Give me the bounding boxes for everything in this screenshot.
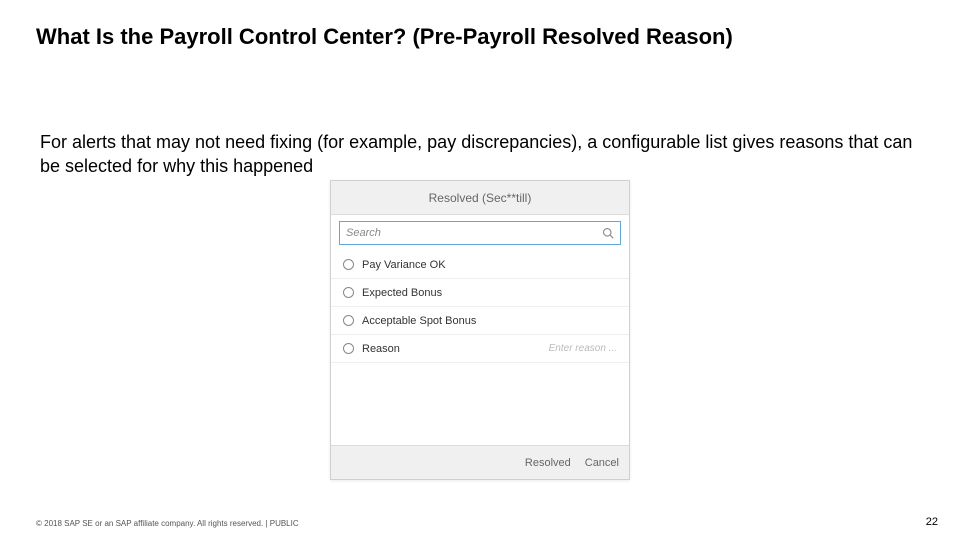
panel-header: Resolved (Sec**till) — [331, 181, 629, 215]
radio-icon — [343, 343, 354, 354]
option-reason[interactable]: Reason Enter reason ... — [331, 335, 629, 363]
search-row — [339, 221, 621, 245]
option-expected-bonus[interactable]: Expected Bonus — [331, 279, 629, 307]
option-label: Pay Variance OK — [362, 259, 617, 271]
option-pay-variance[interactable]: Pay Variance OK — [331, 251, 629, 279]
slide-title: What Is the Payroll Control Center? (Pre… — [36, 24, 733, 50]
radio-icon — [343, 259, 354, 270]
cancel-button[interactable]: Cancel — [585, 457, 619, 469]
panel-footer: Resolved Cancel — [331, 445, 629, 479]
resolved-button[interactable]: Resolved — [525, 457, 571, 469]
page-number: 22 — [926, 516, 938, 528]
reason-input-placeholder[interactable]: Enter reason ... — [549, 343, 617, 354]
options-list: Pay Variance OK Expected Bonus Acceptabl… — [331, 251, 629, 363]
resolved-panel: Resolved (Sec**till) Pay Variance OK Exp… — [330, 180, 630, 480]
panel-fill — [331, 363, 629, 445]
body-paragraph: For alerts that may not need fixing (for… — [40, 130, 920, 179]
option-label: Expected Bonus — [362, 287, 617, 299]
radio-icon — [343, 287, 354, 298]
search-input[interactable] — [346, 227, 602, 239]
slide-footer-copyright: © 2018 SAP SE or an SAP affiliate compan… — [36, 519, 299, 528]
radio-icon — [343, 315, 354, 326]
option-label: Reason — [362, 343, 541, 355]
search-icon[interactable] — [602, 227, 614, 239]
option-acceptable-spot-bonus[interactable]: Acceptable Spot Bonus — [331, 307, 629, 335]
option-label: Acceptable Spot Bonus — [362, 315, 617, 327]
